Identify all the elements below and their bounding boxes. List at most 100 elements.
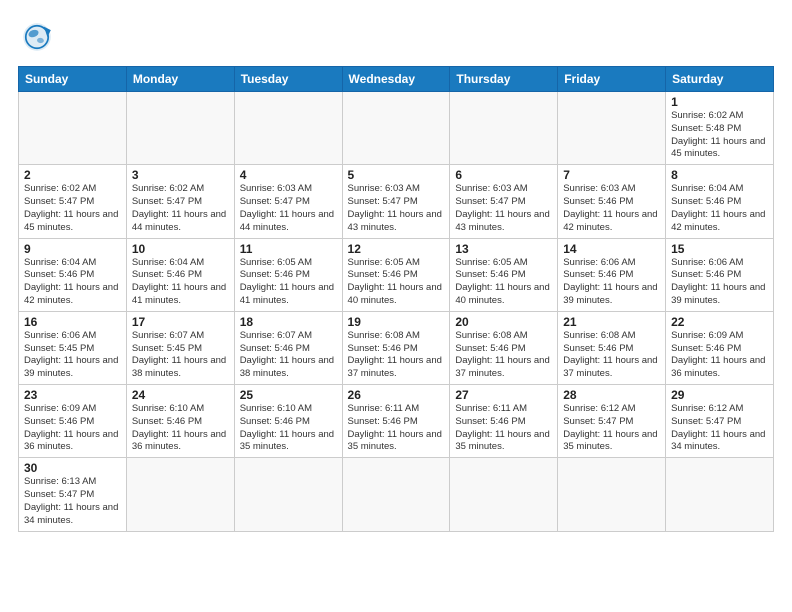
calendar-cell [234, 92, 342, 165]
day-number: 8 [671, 168, 768, 182]
day-number: 7 [563, 168, 660, 182]
calendar-cell: 14Sunrise: 6:06 AM Sunset: 5:46 PM Dayli… [558, 238, 666, 311]
weekday-header-monday: Monday [126, 67, 234, 92]
calendar-cell: 10Sunrise: 6:04 AM Sunset: 5:46 PM Dayli… [126, 238, 234, 311]
day-info: Sunrise: 6:02 AM Sunset: 5:47 PM Dayligh… [132, 183, 229, 234]
calendar-cell: 13Sunrise: 6:05 AM Sunset: 5:46 PM Dayli… [450, 238, 558, 311]
day-number: 16 [24, 315, 121, 329]
calendar-cell: 4Sunrise: 6:03 AM Sunset: 5:47 PM Daylig… [234, 165, 342, 238]
weekday-header-saturday: Saturday [666, 67, 774, 92]
calendar-cell: 11Sunrise: 6:05 AM Sunset: 5:46 PM Dayli… [234, 238, 342, 311]
day-info: Sunrise: 6:12 AM Sunset: 5:47 PM Dayligh… [671, 403, 768, 454]
day-number: 21 [563, 315, 660, 329]
day-info: Sunrise: 6:03 AM Sunset: 5:47 PM Dayligh… [240, 183, 337, 234]
day-info: Sunrise: 6:10 AM Sunset: 5:46 PM Dayligh… [132, 403, 229, 454]
day-number: 30 [24, 461, 121, 475]
day-info: Sunrise: 6:06 AM Sunset: 5:45 PM Dayligh… [24, 330, 121, 381]
weekday-header-sunday: Sunday [19, 67, 127, 92]
calendar-cell [342, 92, 450, 165]
day-number: 3 [132, 168, 229, 182]
day-number: 6 [455, 168, 552, 182]
calendar-cell [450, 92, 558, 165]
day-number: 12 [348, 242, 445, 256]
page: SundayMondayTuesdayWednesdayThursdayFrid… [0, 0, 792, 612]
day-info: Sunrise: 6:03 AM Sunset: 5:47 PM Dayligh… [348, 183, 445, 234]
day-number: 15 [671, 242, 768, 256]
day-number: 1 [671, 95, 768, 109]
day-number: 24 [132, 388, 229, 402]
logo [18, 18, 62, 56]
day-info: Sunrise: 6:11 AM Sunset: 5:46 PM Dayligh… [348, 403, 445, 454]
calendar-cell: 17Sunrise: 6:07 AM Sunset: 5:45 PM Dayli… [126, 311, 234, 384]
day-info: Sunrise: 6:04 AM Sunset: 5:46 PM Dayligh… [24, 257, 121, 308]
calendar-week-row: 9Sunrise: 6:04 AM Sunset: 5:46 PM Daylig… [19, 238, 774, 311]
calendar-cell: 6Sunrise: 6:03 AM Sunset: 5:47 PM Daylig… [450, 165, 558, 238]
calendar-cell: 16Sunrise: 6:06 AM Sunset: 5:45 PM Dayli… [19, 311, 127, 384]
day-info: Sunrise: 6:05 AM Sunset: 5:46 PM Dayligh… [348, 257, 445, 308]
calendar-cell: 5Sunrise: 6:03 AM Sunset: 5:47 PM Daylig… [342, 165, 450, 238]
day-number: 9 [24, 242, 121, 256]
calendar-cell: 22Sunrise: 6:09 AM Sunset: 5:46 PM Dayli… [666, 311, 774, 384]
calendar-cell [666, 458, 774, 531]
day-number: 13 [455, 242, 552, 256]
calendar-cell: 25Sunrise: 6:10 AM Sunset: 5:46 PM Dayli… [234, 385, 342, 458]
calendar-week-row: 16Sunrise: 6:06 AM Sunset: 5:45 PM Dayli… [19, 311, 774, 384]
day-number: 10 [132, 242, 229, 256]
weekday-header-thursday: Thursday [450, 67, 558, 92]
calendar-cell: 21Sunrise: 6:08 AM Sunset: 5:46 PM Dayli… [558, 311, 666, 384]
calendar-week-row: 23Sunrise: 6:09 AM Sunset: 5:46 PM Dayli… [19, 385, 774, 458]
day-info: Sunrise: 6:07 AM Sunset: 5:45 PM Dayligh… [132, 330, 229, 381]
calendar-cell: 20Sunrise: 6:08 AM Sunset: 5:46 PM Dayli… [450, 311, 558, 384]
day-number: 17 [132, 315, 229, 329]
day-info: Sunrise: 6:04 AM Sunset: 5:46 PM Dayligh… [671, 183, 768, 234]
day-info: Sunrise: 6:04 AM Sunset: 5:46 PM Dayligh… [132, 257, 229, 308]
day-number: 20 [455, 315, 552, 329]
generalblue-logo-icon [18, 18, 56, 56]
day-info: Sunrise: 6:03 AM Sunset: 5:47 PM Dayligh… [455, 183, 552, 234]
calendar-cell: 1Sunrise: 6:02 AM Sunset: 5:48 PM Daylig… [666, 92, 774, 165]
calendar-cell: 24Sunrise: 6:10 AM Sunset: 5:46 PM Dayli… [126, 385, 234, 458]
calendar-cell: 9Sunrise: 6:04 AM Sunset: 5:46 PM Daylig… [19, 238, 127, 311]
calendar-cell [126, 92, 234, 165]
day-number: 25 [240, 388, 337, 402]
day-info: Sunrise: 6:08 AM Sunset: 5:46 PM Dayligh… [348, 330, 445, 381]
day-info: Sunrise: 6:05 AM Sunset: 5:46 PM Dayligh… [455, 257, 552, 308]
calendar-cell: 15Sunrise: 6:06 AM Sunset: 5:46 PM Dayli… [666, 238, 774, 311]
calendar-cell [450, 458, 558, 531]
calendar-cell [234, 458, 342, 531]
day-info: Sunrise: 6:06 AM Sunset: 5:46 PM Dayligh… [563, 257, 660, 308]
calendar-cell: 8Sunrise: 6:04 AM Sunset: 5:46 PM Daylig… [666, 165, 774, 238]
calendar-cell: 7Sunrise: 6:03 AM Sunset: 5:46 PM Daylig… [558, 165, 666, 238]
day-number: 23 [24, 388, 121, 402]
calendar-week-row: 2 Sunrise: 6:02 AM Sunset: 5:47 PM Daylig… [19, 165, 774, 238]
day-number: 26 [348, 388, 445, 402]
day-number: 18 [240, 315, 337, 329]
day-info: Sunrise: 6:12 AM Sunset: 5:47 PM Dayligh… [563, 403, 660, 454]
day-info: Sunrise: 6:08 AM Sunset: 5:46 PM Dayligh… [563, 330, 660, 381]
weekday-header-friday: Friday [558, 67, 666, 92]
calendar-cell: 3Sunrise: 6:02 AM Sunset: 5:47 PM Daylig… [126, 165, 234, 238]
day-number: 22 [671, 315, 768, 329]
day-info: Sunrise: 6:07 AM Sunset: 5:46 PM Dayligh… [240, 330, 337, 381]
day-number: 2 [24, 168, 121, 182]
day-info: Sunrise: 6:09 AM Sunset: 5:46 PM Dayligh… [671, 330, 768, 381]
calendar-cell: 28Sunrise: 6:12 AM Sunset: 5:47 PM Dayli… [558, 385, 666, 458]
day-number: 14 [563, 242, 660, 256]
day-info: Sunrise: 6:08 AM Sunset: 5:46 PM Dayligh… [455, 330, 552, 381]
calendar-cell: 23Sunrise: 6:09 AM Sunset: 5:46 PM Dayli… [19, 385, 127, 458]
calendar-cell: 2Sunrise: 6:02 AM Sunset: 5:47 PM Daylig… [19, 165, 127, 238]
weekday-header-tuesday: Tuesday [234, 67, 342, 92]
calendar-table: SundayMondayTuesdayWednesdayThursdayFrid… [18, 66, 774, 532]
calendar-cell: 18Sunrise: 6:07 AM Sunset: 5:46 PM Dayli… [234, 311, 342, 384]
calendar-week-row: 1Sunrise: 6:02 AM Sunset: 5:48 PM Daylig… [19, 92, 774, 165]
calendar-cell [558, 458, 666, 531]
day-info: Sunrise: 6:03 AM Sunset: 5:46 PM Dayligh… [563, 183, 660, 234]
calendar-cell: 12Sunrise: 6:05 AM Sunset: 5:46 PM Dayli… [342, 238, 450, 311]
calendar-cell [126, 458, 234, 531]
calendar-cell: 26Sunrise: 6:11 AM Sunset: 5:46 PM Dayli… [342, 385, 450, 458]
calendar-cell: 19Sunrise: 6:08 AM Sunset: 5:46 PM Dayli… [342, 311, 450, 384]
calendar-cell: 30Sunrise: 6:13 AM Sunset: 5:47 PM Dayli… [19, 458, 127, 531]
day-info: Sunrise: 6:02 AM Sunset: 5:48 PM Dayligh… [671, 110, 768, 161]
weekday-header-wednesday: Wednesday [342, 67, 450, 92]
day-info: Sunrise: 6:09 AM Sunset: 5:46 PM Dayligh… [24, 403, 121, 454]
